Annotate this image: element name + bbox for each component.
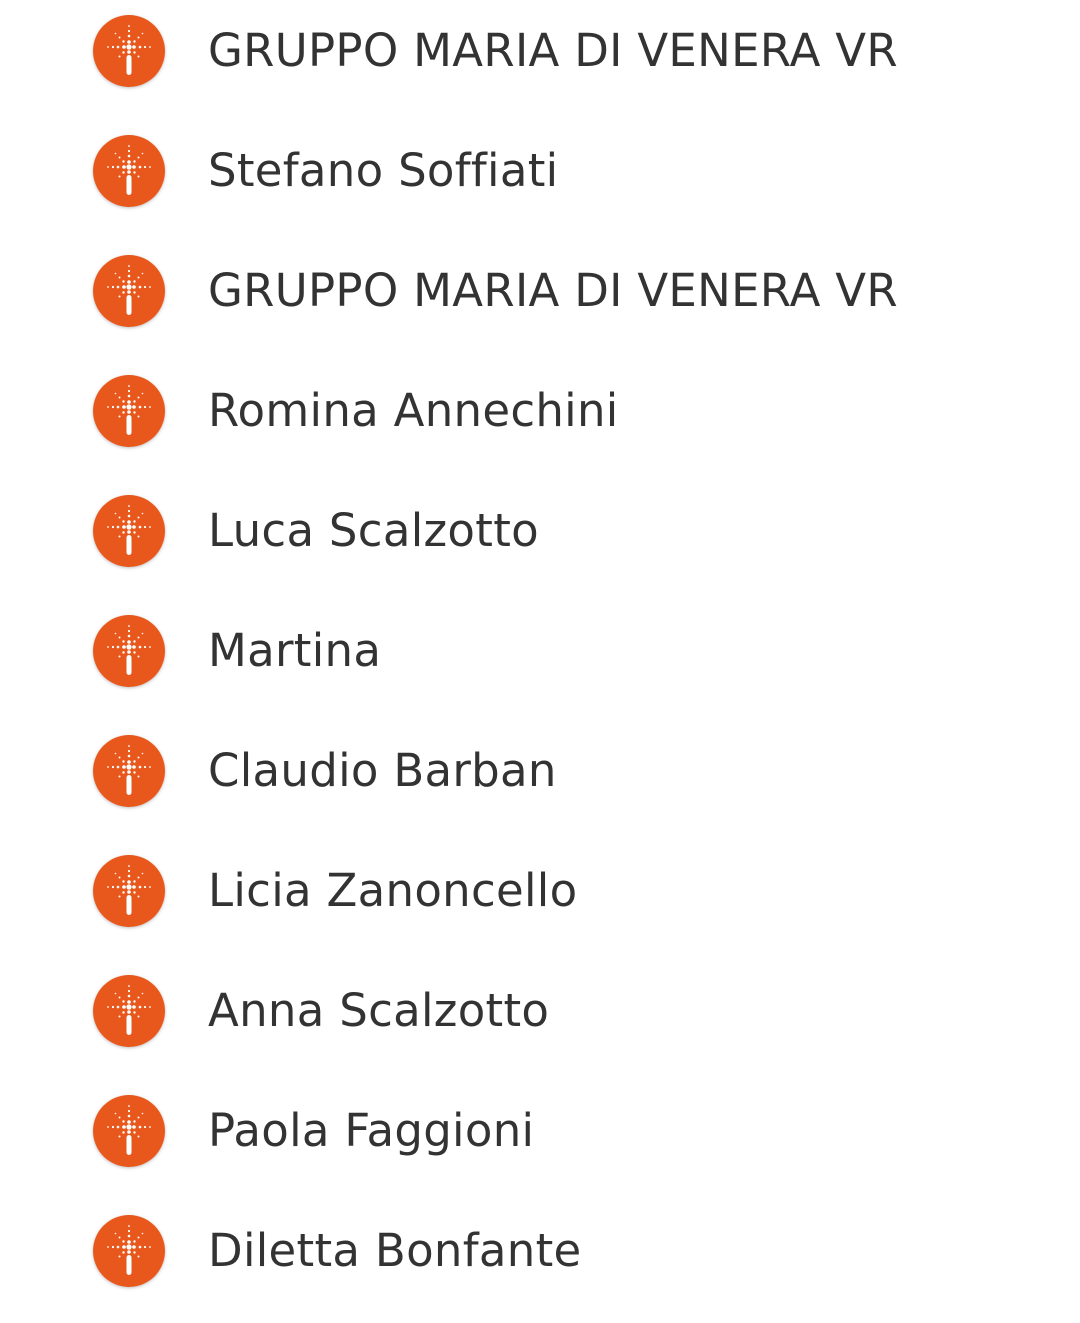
contact-name: Claudio Barban [208,744,557,797]
sparkle-candle-icon [93,495,165,567]
avatar[interactable] [93,495,165,567]
contact-name: Paola Faggioni [208,1104,535,1157]
sparkle-candle-icon [93,735,165,807]
list-item[interactable]: Claudio Barban [0,711,1080,831]
avatar[interactable] [93,1215,165,1287]
contact-name: Luca Scalzotto [208,504,539,557]
contact-name: GRUPPO MARIA DI VENERA VR [208,24,898,77]
contact-name: Anna Scalzotto [208,984,550,1037]
contact-name: Martina [208,624,382,677]
list-item[interactable]: Licia Zanoncello [0,831,1080,951]
list-item[interactable]: GRUPPO MARIA DI VENERA VR [0,0,1080,111]
avatar[interactable] [93,1095,165,1167]
sparkle-candle-icon [93,615,165,687]
sparkle-candle-icon [93,855,165,927]
list-item[interactable]: Martina [0,591,1080,711]
avatar[interactable] [93,375,165,447]
sparkle-candle-icon [93,1095,165,1167]
contact-name: Licia Zanoncello [208,864,578,917]
sparkle-candle-icon [93,255,165,327]
contact-name: Stefano Soffiati [208,144,559,197]
list-item[interactable]: Anna Scalzotto [0,951,1080,1071]
list-item[interactable]: Paola Faggioni [0,1071,1080,1191]
sparkle-candle-icon [93,975,165,1047]
list-item[interactable]: GRUPPO MARIA DI VENERA VR [0,231,1080,351]
avatar[interactable] [93,135,165,207]
avatar[interactable] [93,855,165,927]
list-item[interactable]: Romina Annechini [0,351,1080,471]
contact-name: Diletta Bonfante [208,1224,582,1277]
sparkle-candle-icon [93,1215,165,1287]
contact-list: GRUPPO MARIA DI VENERA VR Stefano Soffia… [0,0,1080,1311]
avatar[interactable] [93,15,165,87]
contact-name: Romina Annechini [208,384,619,437]
sparkle-candle-icon [93,135,165,207]
list-item[interactable]: Stefano Soffiati [0,111,1080,231]
avatar[interactable] [93,975,165,1047]
list-item[interactable]: Diletta Bonfante [0,1191,1080,1311]
avatar[interactable] [93,735,165,807]
sparkle-candle-icon [93,15,165,87]
avatar[interactable] [93,615,165,687]
list-item[interactable]: Luca Scalzotto [0,471,1080,591]
contact-name: GRUPPO MARIA DI VENERA VR [208,264,898,317]
sparkle-candle-icon [93,375,165,447]
avatar[interactable] [93,255,165,327]
